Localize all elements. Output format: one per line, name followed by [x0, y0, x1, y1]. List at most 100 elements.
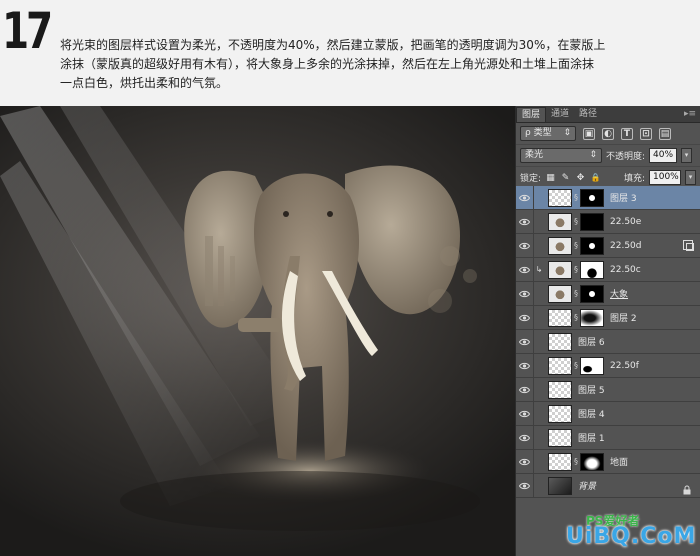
trunk-fragment [238, 318, 283, 332]
filter-row: ρ 类型 ⇕ ▣ ◐ T ⊡ ▤ [516, 123, 700, 145]
layer-thumbnail[interactable] [548, 380, 572, 399]
layer-filter-dropdown[interactable]: ρ 类型 ⇕ [520, 126, 576, 141]
panel-tabs: 图层 通道 路径 ▸≡ [516, 106, 700, 123]
layer-name[interactable]: 22.50f [610, 361, 639, 371]
layer-mask-thumbnail[interactable] [580, 308, 604, 327]
mask-link-icon[interactable]: § [572, 265, 580, 274]
layer-name[interactable]: 大象 [610, 287, 628, 300]
visibility-eye-icon[interactable] [516, 473, 534, 498]
tab-layers[interactable]: 图层 [516, 107, 547, 122]
visibility-eye-icon[interactable] [516, 377, 534, 402]
layer-thumbnail[interactable] [548, 212, 572, 231]
blend-mode-dropdown[interactable]: 柔光 ⇕ [520, 148, 602, 163]
layer-name[interactable]: 22.50e [610, 217, 641, 227]
pixel-filter-icon[interactable]: ▣ [583, 127, 595, 140]
layer-name[interactable]: 背景 [578, 479, 596, 492]
visibility-eye-icon[interactable] [516, 185, 534, 210]
lock-transparent-icon[interactable]: ▦ [545, 172, 556, 183]
layer-thumbnail[interactable] [548, 308, 572, 327]
layer-mask-thumbnail[interactable] [580, 260, 604, 279]
visibility-eye-icon[interactable] [516, 257, 534, 282]
document-canvas[interactable] [0, 106, 515, 556]
visibility-eye-icon[interactable] [516, 425, 534, 450]
ground-shadow [120, 471, 480, 531]
layer-thumbnail[interactable] [548, 188, 572, 207]
mask-link-icon[interactable]: § [572, 193, 580, 202]
dropdown-arrow-icon: ⇕ [563, 128, 571, 138]
layer-thumbnail[interactable] [548, 476, 572, 495]
layer-thumbnail[interactable] [548, 428, 572, 447]
layer-row[interactable]: § 22.50f [516, 353, 700, 378]
lock-position-icon[interactable]: ✥ [575, 172, 586, 183]
blend-row: 柔光 ⇕ 不透明度: 40% ▾ [516, 145, 700, 167]
layer-mask-thumbnail[interactable] [580, 212, 604, 231]
visibility-eye-icon[interactable] [516, 233, 534, 258]
opacity-arrow-icon[interactable]: ▾ [681, 148, 693, 163]
tab-channels[interactable]: 通道 [546, 107, 574, 122]
layer-name[interactable]: 图层 3 [610, 191, 637, 204]
layer-thumbnail[interactable] [548, 284, 572, 303]
layer-row[interactable]: § 图层 2 [516, 305, 700, 330]
step-number: 17 [2, 2, 53, 60]
layer-name[interactable]: 图层 1 [578, 431, 605, 444]
step-description: 将光束的图层样式设置为柔光，不透明度为40%，然后建立蒙版，把画笔的透明度调为3… [60, 36, 690, 93]
layer-row[interactable]: § 22.50d [516, 233, 700, 258]
smart-object-filter-icon[interactable]: ▤ [659, 127, 671, 140]
layer-mask-thumbnail[interactable] [580, 284, 604, 303]
layer-row[interactable]: § 图层 3 [516, 185, 700, 210]
layer-thumbnail[interactable] [548, 452, 572, 471]
layer-row[interactable]: § 22.50e [516, 209, 700, 234]
layer-row[interactable]: 图层 4 [516, 401, 700, 426]
layer-name[interactable]: 图层 5 [578, 383, 605, 396]
layer-row[interactable]: § 地面 [516, 449, 700, 474]
layer-mask-thumbnail[interactable] [580, 452, 604, 471]
tutorial-header: 17 将光束的图层样式设置为柔光，不透明度为40%，然后建立蒙版，把画笔的透明度… [0, 0, 700, 106]
fill-field[interactable]: 100% [649, 170, 681, 185]
layer-list: § 图层 3 § 22.50e § 22.50d ↳ § 22.50c § 大象 § 图层 2 图层 6 §… [516, 185, 700, 498]
type-filter-icon[interactable]: T [621, 127, 633, 140]
visibility-eye-icon[interactable] [516, 401, 534, 426]
adjustment-filter-icon[interactable]: ◐ [602, 127, 614, 140]
layer-name[interactable]: 图层 6 [578, 335, 605, 348]
layer-name[interactable]: 22.50d [610, 241, 641, 251]
panel-menu-icon[interactable]: ▸≡ [684, 109, 696, 119]
mask-link-icon[interactable]: § [572, 313, 580, 322]
mask-link-icon[interactable]: § [572, 217, 580, 226]
opacity-field[interactable]: 40% [649, 148, 678, 163]
layer-row[interactable]: 图层 6 [516, 329, 700, 354]
layer-name[interactable]: 22.50c [610, 265, 641, 275]
layer-thumbnail[interactable] [548, 404, 572, 423]
shape-filter-icon[interactable]: ⊡ [640, 127, 652, 140]
tab-paths[interactable]: 路径 [574, 107, 602, 122]
visibility-eye-icon[interactable] [516, 209, 534, 234]
visibility-eye-icon[interactable] [516, 281, 534, 306]
visibility-eye-icon[interactable] [516, 305, 534, 330]
layer-mask-thumbnail[interactable] [580, 356, 604, 375]
layer-thumbnail[interactable] [548, 260, 572, 279]
fill-arrow-icon[interactable]: ▾ [685, 170, 696, 185]
lock-all-icon[interactable]: 🔒 [590, 172, 601, 183]
visibility-eye-icon[interactable] [516, 329, 534, 354]
layer-name[interactable]: 图层 2 [610, 311, 637, 324]
visibility-eye-icon[interactable] [516, 353, 534, 378]
mask-link-icon[interactable]: § [572, 241, 580, 250]
layer-row[interactable]: 图层 5 [516, 377, 700, 402]
mask-link-icon[interactable]: § [572, 289, 580, 298]
layer-thumbnail[interactable] [548, 356, 572, 375]
layer-row[interactable]: ↳ § 22.50c [516, 257, 700, 282]
layer-thumbnail[interactable] [548, 332, 572, 351]
mask-link-icon[interactable]: § [572, 361, 580, 370]
layer-row[interactable]: § 大象 [516, 281, 700, 306]
layers-panel: 图层 通道 路径 ▸≡ ρ 类型 ⇕ ▣ ◐ T ⊡ ▤ 柔光 ⇕ 不透明度: … [515, 106, 700, 556]
layer-thumbnail[interactable] [548, 236, 572, 255]
layer-row[interactable]: 图层 1 [516, 425, 700, 450]
mask-link-icon[interactable]: § [572, 457, 580, 466]
visibility-eye-icon[interactable] [516, 449, 534, 474]
lock-image-icon[interactable]: ✎ [560, 172, 571, 183]
layer-name[interactable]: 地面 [610, 455, 628, 468]
layer-mask-thumbnail[interactable] [580, 236, 604, 255]
layer-name[interactable]: 图层 4 [578, 407, 605, 420]
layer-mask-thumbnail[interactable] [580, 188, 604, 207]
dropdown-arrow-icon: ⇕ [589, 150, 597, 160]
layer-row[interactable]: 背景 [516, 473, 700, 498]
